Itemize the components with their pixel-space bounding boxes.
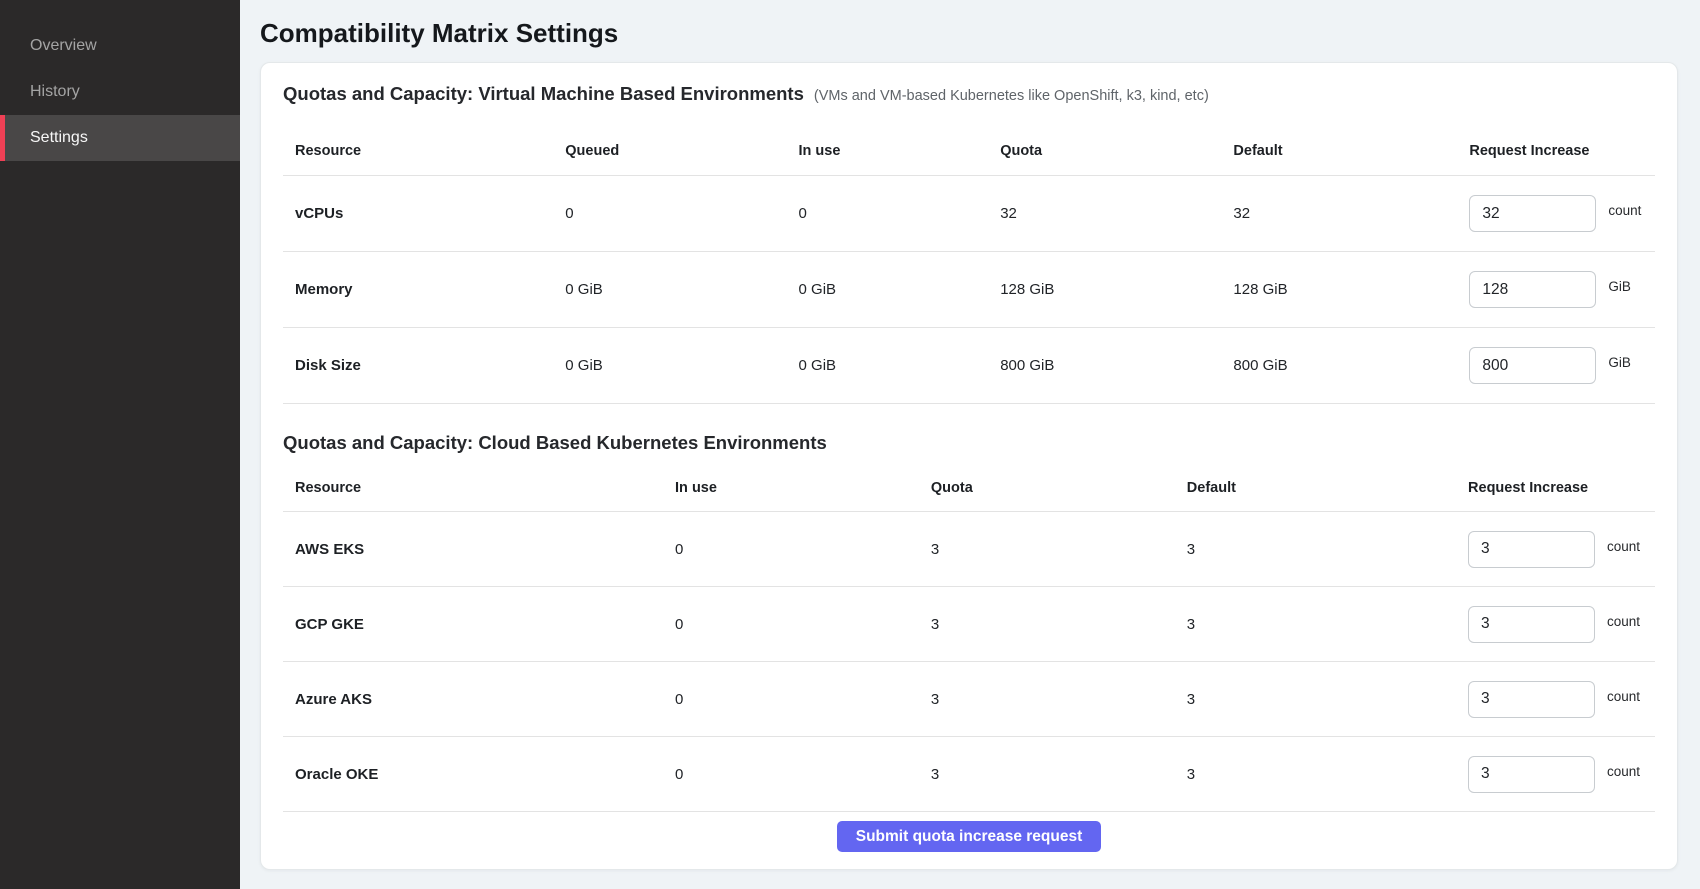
table-row-gcp-gke: GCP GKE 0 3 3 count: [283, 587, 1655, 662]
unit-label: count: [1608, 203, 1641, 218]
settings-card: Quotas and Capacity: Virtual Machine Bas…: [260, 62, 1678, 870]
default-value: 800 GiB: [1221, 328, 1457, 404]
quota-value: 3: [919, 512, 1175, 587]
default-value: 3: [1175, 587, 1456, 662]
in-use-value: 0 GiB: [787, 252, 989, 328]
request-increase-input-disk-size[interactable]: [1469, 347, 1596, 384]
column-header-request-increase: Request Increase: [1457, 119, 1655, 176]
request-increase-cell: count: [1468, 756, 1643, 793]
request-increase-cell: count: [1468, 606, 1643, 643]
unit-label: GiB: [1608, 279, 1631, 294]
table-row-vcpus: vCPUs 0 0 32 32 count: [283, 176, 1655, 252]
column-header-resource: Resource: [283, 119, 553, 176]
request-increase-input-memory[interactable]: [1469, 271, 1596, 308]
resource-name: vCPUs: [283, 176, 553, 252]
cloud-section-header: Quotas and Capacity: Cloud Based Kuberne…: [283, 432, 1655, 454]
unit-label: count: [1607, 689, 1640, 704]
request-increase-input-gcp-gke[interactable]: [1468, 606, 1595, 643]
vm-table-header-row: Resource Queued In use Quota Default Req…: [283, 119, 1655, 176]
request-increase-input-vcpus[interactable]: [1469, 195, 1596, 232]
default-value: 3: [1175, 737, 1456, 812]
quota-value: 32: [988, 176, 1221, 252]
queued-value: 0 GiB: [553, 252, 786, 328]
table-row-azure-aks: Azure AKS 0 3 3 count: [283, 662, 1655, 737]
table-row-aws-eks: AWS EKS 0 3 3 count: [283, 512, 1655, 587]
cloud-section-title: Quotas and Capacity: Cloud Based Kuberne…: [283, 432, 827, 454]
table-row-memory: Memory 0 GiB 0 GiB 128 GiB 128 GiB GiB: [283, 252, 1655, 328]
in-use-value: 0: [663, 512, 919, 587]
request-increase-cell: GiB: [1469, 271, 1643, 308]
queued-value: 0 GiB: [553, 328, 786, 404]
quota-value: 3: [919, 662, 1175, 737]
quota-value: 3: [919, 587, 1175, 662]
queued-value: 0: [553, 176, 786, 252]
resource-name: GCP GKE: [283, 587, 663, 662]
quota-value: 800 GiB: [988, 328, 1221, 404]
quota-value: 128 GiB: [988, 252, 1221, 328]
request-increase-cell: count: [1468, 531, 1643, 568]
request-increase-input-oracle-oke[interactable]: [1468, 756, 1595, 793]
table-row-disk-size: Disk Size 0 GiB 0 GiB 800 GiB 800 GiB Gi…: [283, 328, 1655, 404]
column-header-quota: Quota: [988, 119, 1221, 176]
sidebar-item-label: Settings: [30, 129, 88, 147]
resource-name: Azure AKS: [283, 662, 663, 737]
column-header-quota: Quota: [919, 462, 1175, 512]
submit-button-row: Submit quota increase request: [283, 812, 1655, 852]
vm-section-title: Quotas and Capacity: Virtual Machine Bas…: [283, 83, 804, 105]
default-value: 3: [1175, 512, 1456, 587]
default-value: 128 GiB: [1221, 252, 1457, 328]
table-row-oracle-oke: Oracle OKE 0 3 3 count: [283, 737, 1655, 812]
column-header-in-use: In use: [787, 119, 989, 176]
vm-section-header: Quotas and Capacity: Virtual Machine Bas…: [283, 83, 1655, 105]
unit-label: count: [1607, 764, 1640, 779]
column-header-resource: Resource: [283, 462, 663, 512]
main-content: Compatibility Matrix Settings Quotas and…: [240, 0, 1700, 870]
column-header-in-use: In use: [663, 462, 919, 512]
in-use-value: 0: [663, 662, 919, 737]
cloud-table-header-row: Resource In use Quota Default Request In…: [283, 462, 1655, 512]
request-increase-cell: GiB: [1469, 347, 1643, 384]
resource-name: AWS EKS: [283, 512, 663, 587]
sidebar: Overview History Settings: [0, 0, 240, 889]
cloud-quota-table: Resource In use Quota Default Request In…: [283, 462, 1655, 812]
default-value: 32: [1221, 176, 1457, 252]
vm-section-note: (VMs and VM-based Kubernetes like OpenSh…: [814, 88, 1209, 104]
sidebar-item-history[interactable]: History: [0, 69, 240, 115]
sidebar-item-settings[interactable]: Settings: [0, 115, 240, 161]
sidebar-item-label: History: [30, 83, 80, 101]
sidebar-item-label: Overview: [30, 37, 97, 55]
in-use-value: 0: [663, 587, 919, 662]
page-title: Compatibility Matrix Settings: [260, 18, 1678, 48]
resource-name: Oracle OKE: [283, 737, 663, 812]
request-increase-input-aws-eks[interactable]: [1468, 531, 1595, 568]
in-use-value: 0 GiB: [787, 328, 989, 404]
quota-value: 3: [919, 737, 1175, 812]
resource-name: Memory: [283, 252, 553, 328]
default-value: 3: [1175, 662, 1456, 737]
column-header-queued: Queued: [553, 119, 786, 176]
request-increase-input-azure-aks[interactable]: [1468, 681, 1595, 718]
in-use-value: 0: [663, 737, 919, 812]
vm-quota-table: Resource Queued In use Quota Default Req…: [283, 119, 1655, 404]
unit-label: count: [1607, 539, 1640, 554]
column-header-default: Default: [1175, 462, 1456, 512]
submit-quota-increase-button[interactable]: Submit quota increase request: [837, 821, 1102, 852]
request-increase-cell: count: [1468, 681, 1643, 718]
column-header-default: Default: [1221, 119, 1457, 176]
sidebar-item-overview[interactable]: Overview: [0, 23, 240, 69]
unit-label: GiB: [1608, 355, 1631, 370]
request-increase-cell: count: [1469, 195, 1643, 232]
unit-label: count: [1607, 614, 1640, 629]
resource-name: Disk Size: [283, 328, 553, 404]
in-use-value: 0: [787, 176, 989, 252]
column-header-request-increase: Request Increase: [1456, 462, 1655, 512]
